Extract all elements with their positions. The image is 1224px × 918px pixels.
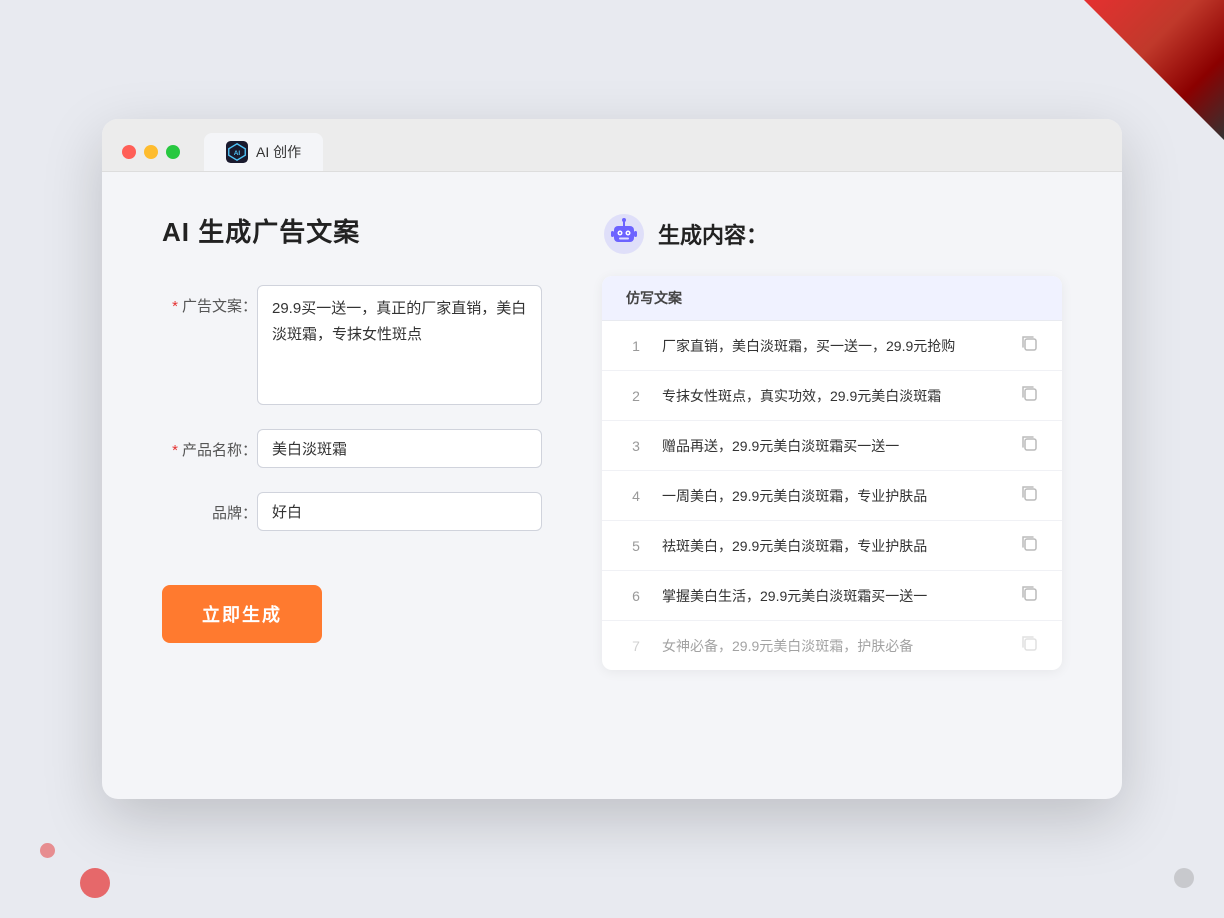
corner-decoration-bottom-right [1174, 868, 1194, 888]
result-row: 2 专抹女性斑点，真实功效，29.9元美白淡斑霜 [602, 371, 1062, 421]
result-text: 赠品再送，29.9元美白淡斑霜买一送一 [662, 436, 1004, 456]
close-button[interactable] [122, 145, 136, 159]
form-group-product-name: *产品名称： [162, 429, 542, 468]
corner-decoration-bottom-left [80, 868, 110, 898]
copy-icon[interactable] [1020, 484, 1038, 507]
result-num: 2 [626, 388, 646, 404]
result-text: 厂家直销，美白淡斑霜，买一送一，29.9元抢购 [662, 336, 1004, 356]
result-header: 生成内容： [602, 212, 1062, 256]
ai-tab-icon: AI [226, 141, 248, 163]
form-group-brand: 品牌： [162, 492, 542, 531]
product-name-label: *产品名称： [162, 429, 257, 460]
minimize-button[interactable] [144, 145, 158, 159]
copy-icon[interactable] [1020, 534, 1038, 557]
result-table: 仿写文案 1 厂家直销，美白淡斑霜，买一送一，29.9元抢购 2 专抹女性斑点，真实… [602, 276, 1062, 670]
tab-ai-creation[interactable]: AI AI 创作 [204, 133, 323, 171]
tab-bar: AI AI 创作 [204, 133, 323, 171]
generate-button[interactable]: 立即生成 [162, 585, 322, 643]
result-num: 5 [626, 538, 646, 554]
result-row: 4 一周美白，29.9元美白淡斑霜，专业护肤品 [602, 471, 1062, 521]
browser-chrome: AI AI 创作 [102, 119, 1122, 172]
result-num: 6 [626, 588, 646, 604]
result-num: 3 [626, 438, 646, 454]
result-row: 1 厂家直销，美白淡斑霜，买一送一，29.9元抢购 [602, 321, 1062, 371]
result-row: 3 赠品再送，29.9元美白淡斑霜买一送一 [602, 421, 1062, 471]
product-name-input[interactable] [257, 429, 542, 468]
result-rows: 1 厂家直销，美白淡斑霜，买一送一，29.9元抢购 2 专抹女性斑点，真实功效，29… [602, 321, 1062, 670]
traffic-lights [122, 145, 180, 159]
right-panel: 生成内容： 仿写文案 1 厂家直销，美白淡斑霜，买一送一，29.9元抢购 2 专抹女… [602, 212, 1062, 670]
tab-label: AI 创作 [256, 142, 301, 162]
copy-icon[interactable] [1020, 334, 1038, 357]
page-title: AI 生成广告文案 [162, 212, 542, 249]
left-panel: AI 生成广告文案 *广告文案： *产品名称： 品牌： 立 [162, 212, 542, 670]
result-title: 生成内容： [658, 218, 768, 250]
required-star-ad: * [172, 298, 178, 315]
copy-icon[interactable] [1020, 584, 1038, 607]
result-text: 祛斑美白，29.9元美白淡斑霜，专业护肤品 [662, 536, 1004, 556]
required-star-product: * [172, 442, 178, 459]
maximize-button[interactable] [166, 145, 180, 159]
brand-input[interactable] [257, 492, 542, 531]
result-num: 7 [626, 638, 646, 654]
result-num: 1 [626, 338, 646, 354]
copy-icon[interactable] [1020, 634, 1038, 657]
corner-decoration-bottom-left-2 [40, 843, 55, 858]
robot-icon [602, 212, 646, 256]
ad-copy-input[interactable] [257, 285, 542, 405]
result-text: 掌握美白生活，29.9元美白淡斑霜买一送一 [662, 586, 1004, 606]
brand-label: 品牌： [162, 492, 257, 523]
result-table-header: 仿写文案 [602, 276, 1062, 321]
copy-icon[interactable] [1020, 384, 1038, 407]
copy-icon[interactable] [1020, 434, 1038, 457]
form-group-ad-copy: *广告文案： [162, 285, 542, 405]
browser-window: AI AI 创作 AI 生成广告文案 *广告文案： *产品名称： [102, 119, 1122, 799]
result-text: 专抹女性斑点，真实功效，29.9元美白淡斑霜 [662, 386, 1004, 406]
result-row: 7 女神必备，29.9元美白淡斑霜，护肤必备 [602, 621, 1062, 670]
result-num: 4 [626, 488, 646, 504]
result-row: 5 祛斑美白，29.9元美白淡斑霜，专业护肤品 [602, 521, 1062, 571]
svg-text:AI: AI [234, 150, 241, 157]
browser-content: AI 生成广告文案 *广告文案： *产品名称： 品牌： 立 [102, 172, 1122, 730]
result-text: 一周美白，29.9元美白淡斑霜，专业护肤品 [662, 486, 1004, 506]
result-text: 女神必备，29.9元美白淡斑霜，护肤必备 [662, 636, 1004, 656]
ad-copy-label: *广告文案： [162, 285, 257, 316]
result-row: 6 掌握美白生活，29.9元美白淡斑霜买一送一 [602, 571, 1062, 621]
